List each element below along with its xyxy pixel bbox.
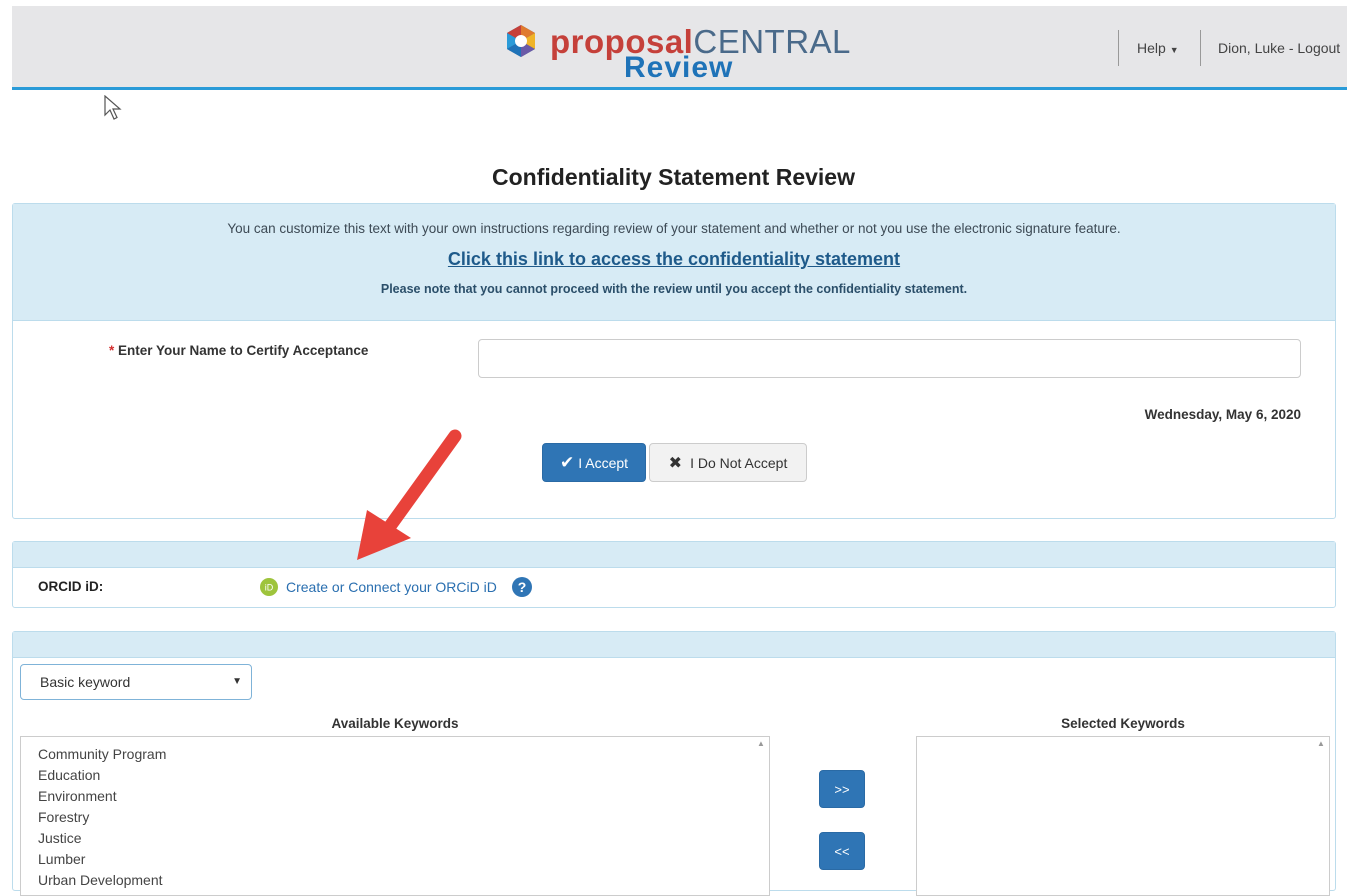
selected-keywords-heading: Selected Keywords	[1061, 716, 1185, 731]
orcid-icon: iD	[260, 578, 278, 596]
confidentiality-panel: You can customize this text with your ow…	[12, 203, 1336, 519]
keyword-type-value: Basic keyword	[40, 674, 131, 690]
list-item[interactable]: Environment	[21, 786, 769, 807]
app-header: proposalCENTRAL Review Help ▼ Dion, Luke…	[12, 6, 1347, 90]
remove-keyword-button[interactable]: <<	[819, 832, 865, 870]
available-keywords-list[interactable]: Community Program Education Environment …	[20, 736, 770, 896]
list-item[interactable]: Urban Development	[21, 870, 769, 891]
help-label: Help	[1137, 40, 1166, 56]
scroll-up-icon[interactable]: ▲	[755, 739, 767, 751]
proposalcentral-logo[interactable]: proposalCENTRAL Review	[504, 18, 884, 84]
current-date: Wednesday, May 6, 2020	[1144, 407, 1301, 422]
page-title: Confidentiality Statement Review	[492, 164, 855, 190]
add-keyword-button[interactable]: >>	[819, 770, 865, 808]
scroll-up-icon[interactable]: ▲	[1315, 739, 1327, 751]
orcid-panel: ORCID iD: iD Create or Connect your ORCi…	[12, 541, 1336, 608]
list-item[interactable]: Lumber	[21, 849, 769, 870]
accept-button[interactable]: ✔ I Accept	[542, 443, 646, 482]
confidentiality-statement-link[interactable]: Click this link to access the confidenti…	[448, 249, 900, 270]
keywords-panel: Basic keyword ▼ Available Keywords Selec…	[12, 631, 1336, 896]
help-icon-text: ?	[518, 579, 527, 595]
dropdown-caret-icon: ▼	[232, 676, 242, 687]
help-circle-icon[interactable]: ?	[511, 576, 533, 598]
orcid-link-text: Create or Connect your ORCiD iD	[286, 579, 497, 595]
user-logout-link[interactable]: Dion, Luke - Logout	[1218, 40, 1340, 56]
help-menu[interactable]: Help ▼	[1137, 40, 1179, 56]
close-icon: ✖	[668, 454, 683, 472]
list-item[interactable]: Justice	[21, 828, 769, 849]
available-keywords-heading: Available Keywords	[331, 716, 459, 731]
decline-button[interactable]: ✖ I Do Not Accept	[649, 443, 807, 482]
instructions-text: You can customize this text with your ow…	[227, 221, 1121, 236]
list-item[interactable]: Education	[21, 765, 769, 786]
decline-label: I Do Not Accept	[690, 454, 788, 471]
certify-name-input[interactable]	[478, 339, 1301, 378]
caret-down-icon: ▼	[1169, 45, 1179, 55]
list-item[interactable]: Forestry	[21, 807, 769, 828]
required-marker: *	[109, 343, 115, 358]
logo-subtitle: Review	[624, 51, 734, 84]
selected-keywords-list[interactable]: ▲	[916, 736, 1330, 896]
keywords-panel-header	[13, 632, 1335, 658]
orcid-icon-text: iD	[265, 583, 274, 593]
confidentiality-panel-header: You can customize this text with your ow…	[13, 204, 1335, 321]
accept-label: I Accept	[578, 454, 629, 471]
list-item[interactable]: Community Program	[21, 744, 769, 765]
nav-divider	[1200, 30, 1201, 66]
orcid-panel-header	[13, 542, 1335, 568]
orcid-label: ORCID iD:	[38, 579, 104, 594]
acceptance-note: Please note that you cannot proceed with…	[380, 282, 968, 296]
mouse-cursor-icon	[104, 95, 122, 120]
name-label-text: Enter Your Name to Certify Acceptance	[118, 343, 369, 358]
keyword-type-select[interactable]: Basic keyword ▼	[20, 664, 252, 700]
annotation-arrow-icon	[357, 429, 462, 560]
checkmark-icon: ✔	[559, 452, 575, 472]
name-field-label: * Enter Your Name to Certify Acceptance	[109, 343, 368, 358]
logo-mark-icon	[507, 25, 535, 57]
orcid-connect-link[interactable]: iD Create or Connect your ORCiD iD ?	[260, 576, 533, 598]
nav-divider	[1118, 30, 1119, 66]
